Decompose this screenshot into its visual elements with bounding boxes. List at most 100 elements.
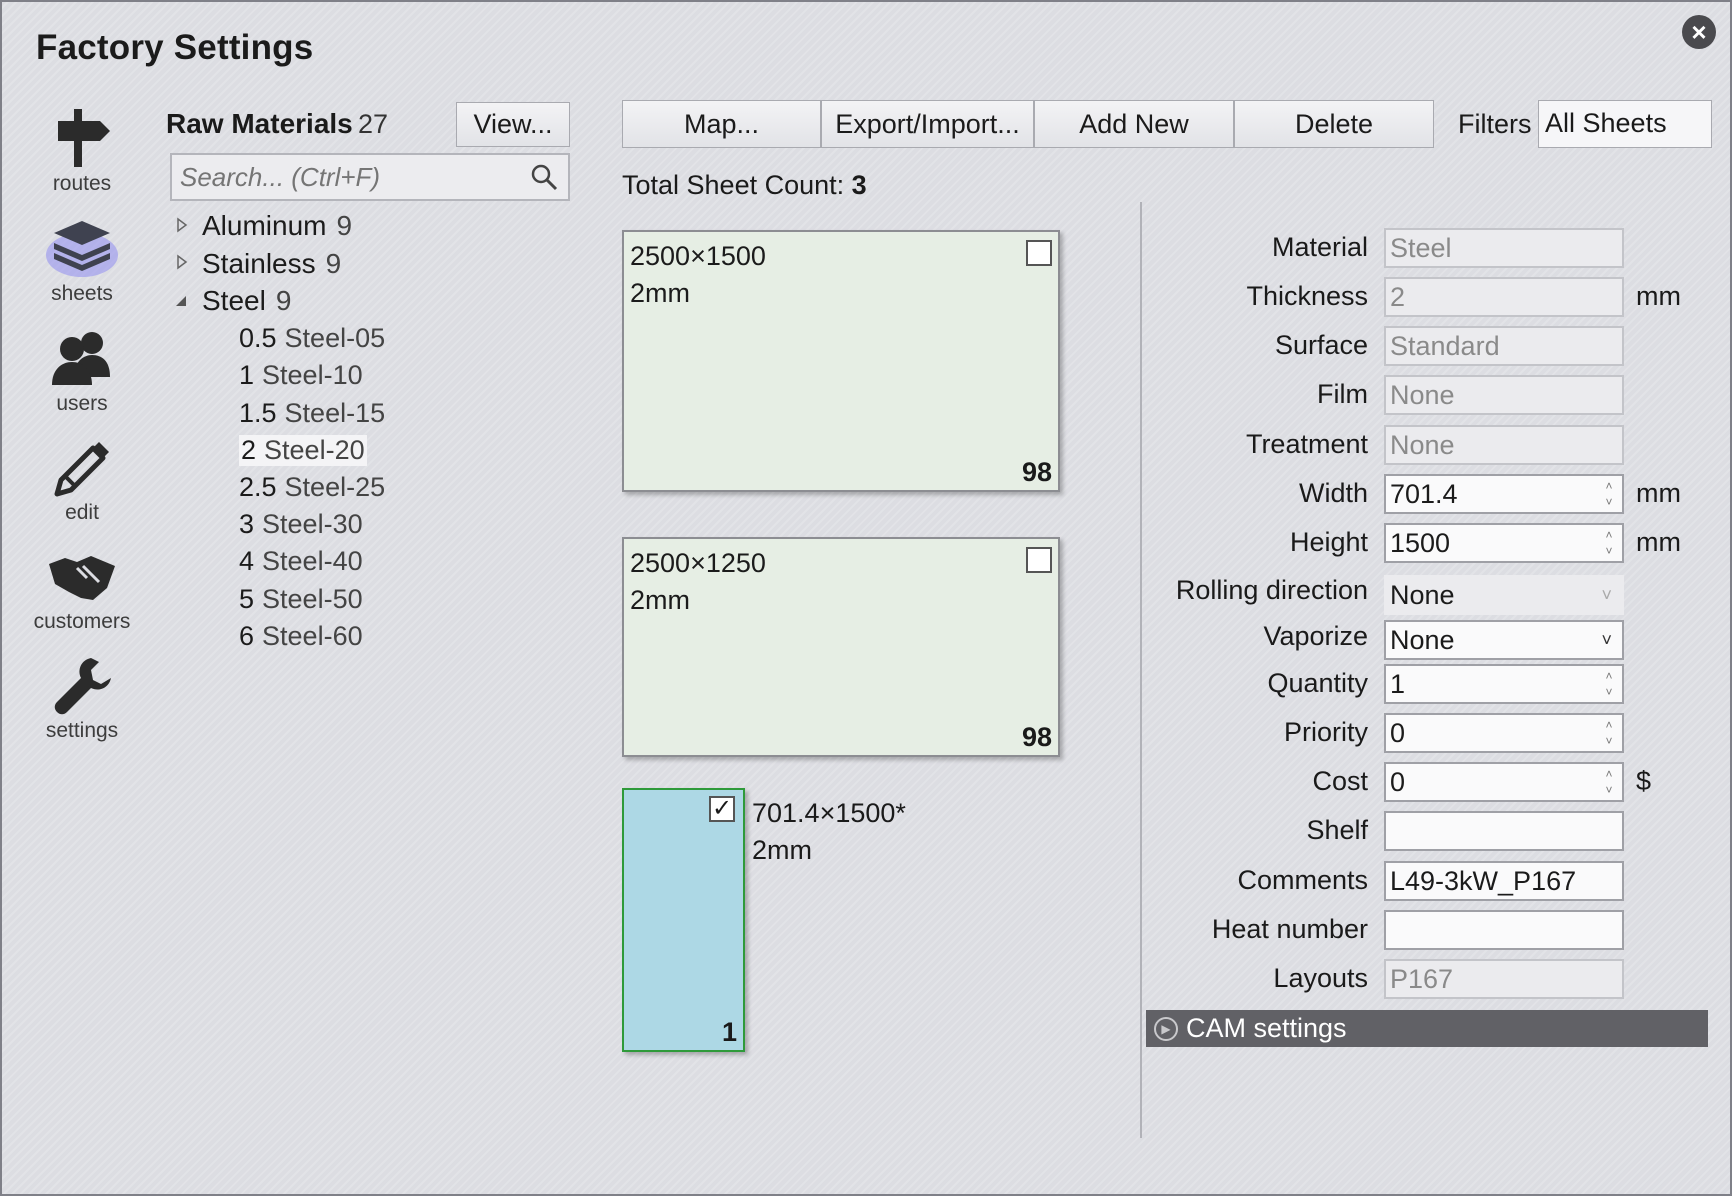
width-label: Width	[1298, 478, 1368, 508]
sheet-size: 2500×1250	[630, 548, 766, 578]
filter-select[interactable]: All Sheets	[1538, 100, 1712, 148]
window-title: Factory Settings	[36, 28, 314, 67]
spinner-icon[interactable]: ˄ ˅	[1602, 668, 1616, 700]
quantity-label: Quantity	[1267, 668, 1368, 698]
nav-label-edit: edit	[65, 501, 99, 524]
comments-label: Comments	[1237, 865, 1368, 895]
treatment-label: Treatment	[1245, 429, 1368, 459]
tree-leaf[interactable]: 2.5 Steel-25	[239, 472, 385, 503]
nav-users[interactable]: users	[24, 322, 140, 416]
tree-expand-stainless[interactable]	[176, 254, 188, 275]
quantity-stepper[interactable]: 1 ˄ ˅	[1384, 664, 1624, 704]
tree-item-stainless[interactable]: Stainless 9	[202, 248, 341, 280]
search-box	[170, 153, 570, 201]
nav-label-sheets: sheets	[51, 282, 113, 305]
sheet-checkbox[interactable]	[1026, 240, 1052, 266]
nav-label-settings: settings	[45, 719, 119, 742]
nav-settings[interactable]: settings	[24, 649, 140, 743]
nav-label-users: users	[56, 392, 108, 415]
rolling-direction-value: None	[1390, 580, 1455, 610]
tree-leaf[interactable]: 1.5 Steel-15	[239, 398, 385, 429]
nav-label-customers: customers	[33, 610, 131, 633]
tree-leaf[interactable]: 1 Steel-10	[239, 360, 363, 391]
material-field: Steel	[1384, 228, 1624, 268]
sheet-checkbox[interactable]	[1026, 547, 1052, 573]
cost-stepper[interactable]: 0 ˄ ˅	[1384, 762, 1624, 802]
search-input[interactable]	[172, 155, 522, 199]
tree-expand-aluminum[interactable]	[176, 217, 188, 238]
export-import-button[interactable]: Export/Import...	[821, 100, 1034, 148]
thickness-label: Thickness	[1246, 281, 1368, 311]
layouts-label: Layouts	[1273, 963, 1368, 993]
cost-label: Cost	[1312, 766, 1368, 796]
film-field: None	[1384, 375, 1624, 415]
raw-materials-title: Raw Materials	[166, 108, 353, 139]
tree-item-count: 9	[336, 210, 353, 241]
tree-collapse-steel[interactable]	[174, 294, 188, 312]
cam-settings-label: CAM settings	[1186, 1013, 1347, 1043]
sheet-card-text: 2500×1250 2mm	[630, 545, 766, 619]
spinner-icon[interactable]: ˄ ˅	[1602, 527, 1616, 559]
thickness-field: 2	[1384, 277, 1624, 317]
spinner-icon[interactable]: ˄ ˅	[1602, 717, 1616, 749]
sheet-card-text: 2500×1500 2mm	[630, 238, 766, 312]
shelf-field[interactable]	[1384, 811, 1624, 851]
nav-edit[interactable]: edit	[24, 431, 140, 525]
tree-leaf-selected[interactable]: 2 Steel-20	[239, 435, 367, 466]
rolling-direction-label: Rolling direction	[1175, 575, 1368, 605]
chevron-down-icon: ˅	[1601, 630, 1612, 650]
leaf-name: Steel-60	[262, 621, 363, 651]
count-label-text: Total Sheet Count:	[622, 170, 845, 200]
sheet-quantity: 98	[1021, 457, 1052, 487]
expand-icon: ▶	[1154, 1017, 1178, 1041]
close-icon[interactable]: ×	[1682, 15, 1716, 49]
delete-button[interactable]: Delete	[1234, 100, 1434, 148]
tree-leaf[interactable]: 3 Steel-30	[239, 509, 363, 540]
signpost-icon	[24, 102, 140, 174]
tree-leaf[interactable]: 4 Steel-40	[239, 546, 363, 577]
tree-leaf[interactable]: 6 Steel-60	[239, 621, 363, 652]
cam-settings-expander[interactable]: ▶ CAM settings	[1146, 1010, 1708, 1047]
heat-number-label: Heat number	[1211, 914, 1368, 944]
pencil-icon	[24, 431, 140, 503]
tree-leaf[interactable]: 5 Steel-50	[239, 584, 363, 615]
tree-item-aluminum[interactable]: Aluminum 9	[202, 210, 352, 242]
leaf-thickness: 3	[239, 509, 255, 539]
spinner-icon[interactable]: ˄ ˅	[1602, 478, 1616, 510]
sheet-card-selected[interactable]: ✓ 1	[622, 788, 745, 1052]
sheet-thickness: 2mm	[630, 585, 690, 615]
leaf-name: Steel-05	[284, 323, 386, 353]
leaf-name: Steel-10	[262, 360, 363, 390]
view-button[interactable]: View...	[456, 102, 570, 147]
vaporize-select[interactable]: None ˅	[1384, 620, 1624, 660]
nav-customers[interactable]: customers	[24, 540, 140, 634]
search-icon[interactable]	[528, 161, 560, 193]
sheet-card[interactable]: 2500×1250 2mm 98	[622, 537, 1060, 757]
nav-routes[interactable]: routes	[24, 102, 140, 196]
priority-label: Priority	[1283, 717, 1368, 747]
filters-label: Filters	[1458, 109, 1532, 139]
cost-unit: $	[1636, 766, 1652, 796]
sheet-checkbox-checked[interactable]: ✓	[709, 796, 735, 822]
height-label: Height	[1289, 527, 1368, 557]
leaf-thickness: 1	[239, 360, 255, 390]
nav-sheets[interactable]: sheets	[24, 212, 140, 306]
height-stepper[interactable]: 1500 ˄ ˅	[1384, 523, 1624, 563]
priority-stepper[interactable]: 0 ˄ ˅	[1384, 713, 1624, 753]
heat-number-field[interactable]	[1384, 910, 1624, 950]
quantity-value: 1	[1390, 669, 1406, 699]
tree-item-steel[interactable]: Steel 9	[202, 285, 291, 317]
leaf-thickness: 5	[239, 584, 255, 614]
total-sheet-count: Total Sheet Count: 3	[622, 170, 867, 201]
tree-leaf[interactable]: 0.5 Steel-05	[239, 323, 385, 354]
treatment-field: None	[1384, 425, 1624, 465]
nav-label-routes: routes	[52, 172, 112, 195]
map-button[interactable]: Map...	[622, 100, 821, 148]
add-new-button[interactable]: Add New	[1034, 100, 1234, 148]
comments-field[interactable]: L49-3kW_P167	[1384, 861, 1624, 901]
spinner-icon[interactable]: ˄ ˅	[1602, 766, 1616, 798]
sheet-card[interactable]: 2500×1500 2mm 98	[622, 230, 1060, 492]
width-stepper[interactable]: 701.4 ˄ ˅	[1384, 474, 1624, 514]
sheet-card-text: 701.4×1500* 2mm	[752, 795, 906, 869]
leaf-name: Steel-25	[284, 472, 386, 502]
